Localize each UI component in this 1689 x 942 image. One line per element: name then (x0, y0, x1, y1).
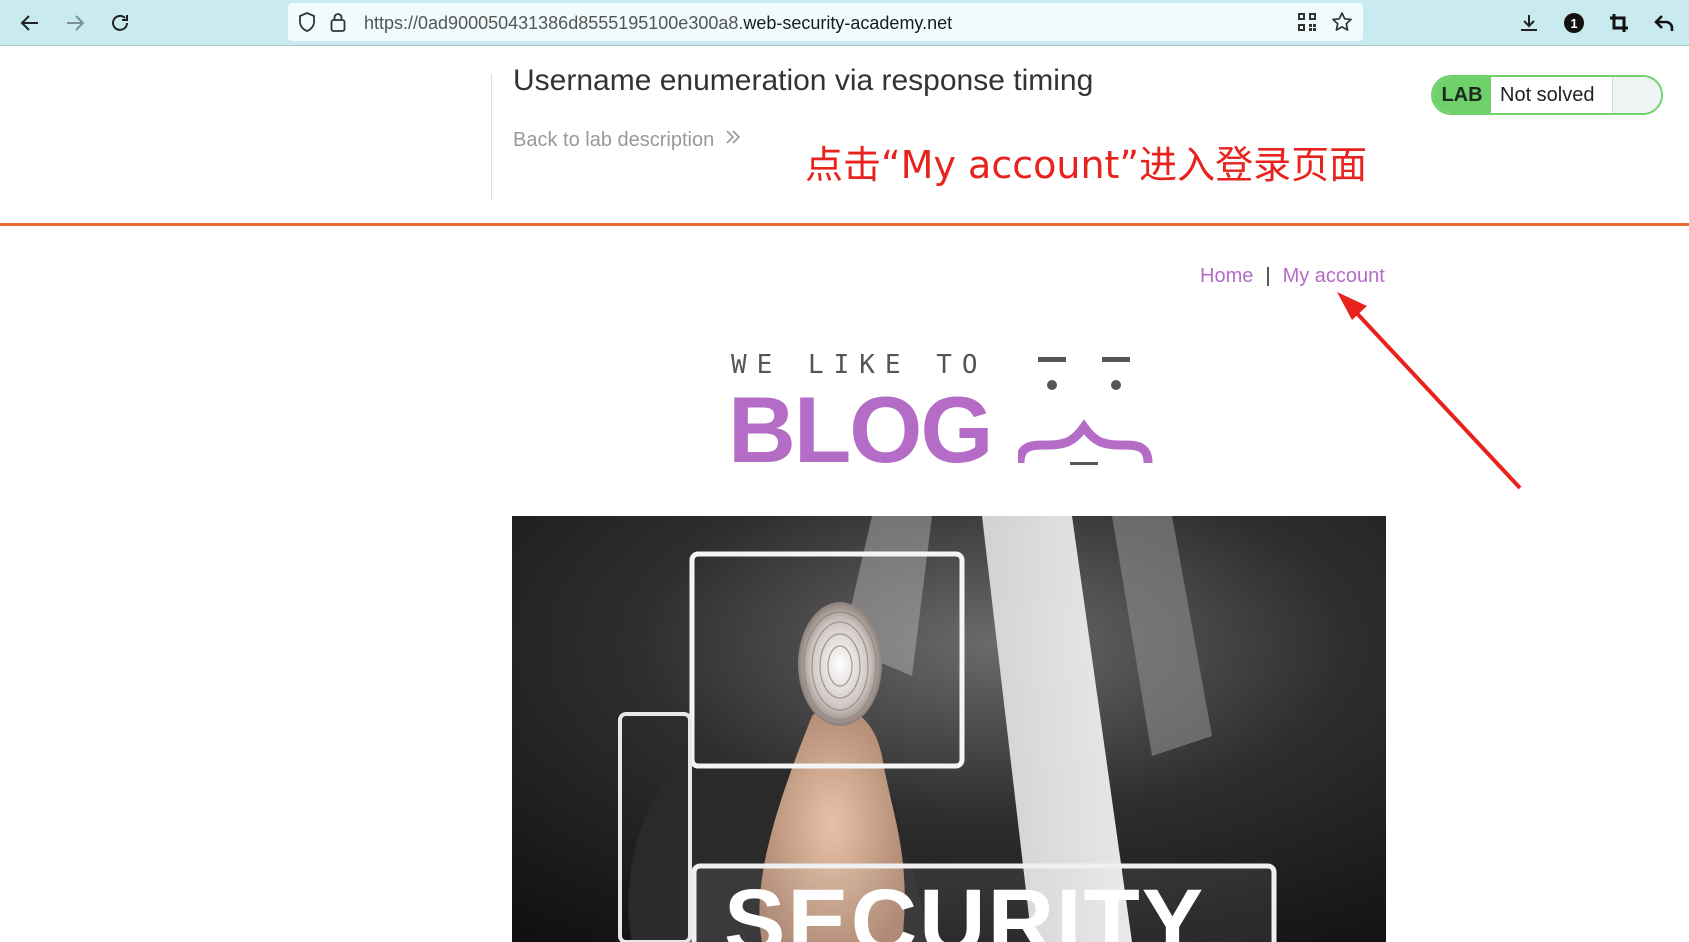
back-arrow-icon[interactable] (16, 9, 44, 37)
header-divider (491, 74, 492, 200)
lab-status-widget: LAB Not solved (1431, 75, 1663, 115)
logo-word: BLOG (728, 377, 994, 482)
crop-icon[interactable] (1605, 9, 1633, 37)
my-account-link[interactable]: My account (1283, 265, 1385, 287)
post-hero-image[interactable]: SECURITY (512, 516, 1386, 942)
url-prefix: https://0ad900050431386d8555195100e300a8… (364, 13, 744, 33)
lock-icon[interactable] (330, 12, 346, 37)
tutorial-annotation: 点击“My account”进入登录页面 (805, 143, 1368, 187)
nav-separator: | (1265, 265, 1271, 287)
bookmark-star-icon[interactable] (1331, 11, 1353, 38)
forward-arrow-icon[interactable] (61, 9, 89, 37)
address-bar[interactable]: https://0ad900050431386d8555195100e300a8… (288, 3, 1363, 41)
extension-badge-icon[interactable]: 1 (1560, 9, 1588, 37)
logo-tagline: WE LIKE TO (731, 350, 988, 380)
site-nav: Home | My account (1200, 265, 1385, 288)
home-link[interactable]: Home (1200, 265, 1253, 287)
undo-arrow-icon[interactable] (1650, 9, 1678, 37)
download-icon[interactable] (1515, 9, 1543, 37)
reload-icon[interactable] (106, 9, 134, 37)
lab-title: Username enumeration via response timing (513, 64, 1094, 97)
url-text: https://0ad900050431386d8555195100e300a8… (364, 13, 952, 34)
lab-status-text: Not solved (1491, 77, 1613, 113)
shield-icon[interactable] (298, 12, 316, 37)
qr-code-icon[interactable] (1297, 12, 1317, 37)
back-to-description-link[interactable]: Back to lab description (513, 128, 742, 152)
double-chevron-right-icon (724, 128, 742, 152)
extension-badge-count: 1 (1570, 15, 1578, 31)
lab-badge: LAB (1433, 77, 1491, 113)
back-link-label: Back to lab description (513, 128, 715, 151)
logo-face-icon (1018, 357, 1153, 465)
hero-caption: SECURITY (724, 871, 1206, 942)
browser-toolbar: https://0ad900050431386d8555195100e300a8… (0, 0, 1689, 46)
url-host: web-security-academy.net (743, 13, 953, 33)
lab-status-indicator (1613, 77, 1661, 113)
blog-logo[interactable]: WE LIKE TO BLOG (728, 345, 1168, 485)
